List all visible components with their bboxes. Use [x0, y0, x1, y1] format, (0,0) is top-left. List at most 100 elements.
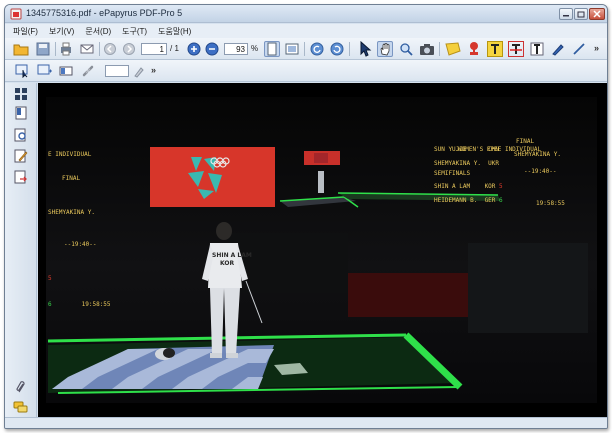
save-icon	[36, 42, 50, 56]
right-board-row4-name: HEIDEMANN B. GER	[434, 197, 496, 204]
right-board-row2: SHEMYAKINA Y. UKR	[434, 160, 500, 167]
stamp-icon	[470, 42, 478, 55]
prev-page-button[interactable]	[102, 41, 118, 57]
right-board-clock: 19:58:55	[536, 200, 565, 207]
right-board-row4-score: 6	[499, 197, 503, 204]
close-button[interactable]	[589, 8, 605, 20]
app-window: 1345775316.pdf - ePapyrus PDF-Pro 5 파일(F…	[4, 4, 608, 429]
left-board-line4: --19:40--	[64, 241, 97, 248]
maximize-button[interactable]	[574, 8, 588, 20]
right-board-right1: SHEMYAKINA Y.	[514, 151, 561, 158]
document-view[interactable]: SHIN A LAM KOR E INDIVIDUAL FINAL SHEMYA…	[38, 83, 607, 417]
app-logo-icon	[10, 8, 22, 20]
select-tool-button[interactable]	[357, 41, 373, 57]
eyedropper-icon	[134, 67, 144, 78]
zoom-in-icon	[187, 42, 201, 56]
chain-link-icon	[82, 65, 94, 77]
hand-tool-button[interactable]	[377, 41, 393, 57]
bookmarks-tab[interactable]	[13, 105, 28, 120]
left-board-line1: E INDIVIDUAL	[48, 151, 92, 158]
line-tool-button[interactable]	[571, 41, 587, 57]
fit-width-button[interactable]	[284, 41, 300, 57]
zoom-out-icon	[205, 42, 219, 56]
right-board-row3-score: 5	[499, 183, 503, 190]
search-page-icon	[14, 128, 26, 141]
link-tool-button[interactable]	[80, 63, 96, 79]
select-area-button[interactable]	[37, 63, 53, 79]
email-button[interactable]	[79, 41, 95, 57]
pen-icon	[552, 44, 564, 56]
minimize-button[interactable]	[559, 8, 573, 20]
fit-page-button[interactable]	[264, 41, 280, 57]
toolbar2-overflow-button[interactable]: »	[151, 65, 156, 75]
left-board-line3: SHEMYAKINA Y.	[48, 209, 95, 216]
form-field-icon	[59, 66, 73, 76]
zoom-in-button[interactable]	[186, 41, 202, 57]
typewriter-button[interactable]	[529, 41, 545, 57]
attachments-page-tab[interactable]	[13, 169, 28, 184]
menu-file[interactable]: 파일(F)	[13, 26, 38, 37]
area-select-icon	[37, 64, 52, 75]
rotate-left-button[interactable]	[309, 41, 325, 57]
print-button[interactable]	[58, 41, 74, 57]
rotate-left-icon	[310, 42, 324, 56]
eyedropper-button[interactable]	[131, 63, 147, 79]
stroke-color-box[interactable]	[105, 65, 129, 77]
hand-icon	[380, 43, 390, 56]
main-toolbar: / 1 %	[5, 38, 607, 60]
text-box-icon	[530, 42, 544, 56]
left-board-score-red: 5	[48, 275, 52, 282]
form-field-button[interactable]	[58, 63, 74, 79]
page-arrow-icon	[14, 170, 27, 183]
save-button[interactable]	[35, 41, 51, 57]
fencer-name-text: SHIN A LAM	[212, 252, 252, 259]
fit-width-icon	[285, 43, 299, 55]
circle-left-icon	[104, 43, 116, 55]
circle-right-icon	[123, 43, 135, 55]
rotate-right-icon	[330, 42, 344, 56]
close-icon	[593, 10, 601, 18]
right-board-final: FINAL	[516, 138, 535, 145]
annotations-tab[interactable]	[13, 148, 28, 163]
zoom-input[interactable]	[224, 43, 248, 55]
window-title: 1345775316.pdf - ePapyrus PDF-Pro 5	[26, 8, 183, 18]
strikeout-text-button[interactable]	[508, 41, 524, 57]
select-text-button[interactable]	[15, 63, 31, 79]
cursor-arrow-icon	[360, 41, 372, 57]
thumbnails-tab[interactable]	[13, 86, 28, 101]
stamp-button[interactable]	[466, 41, 482, 57]
right-board-row3-name: SHIN A LAM KOR	[434, 183, 496, 190]
fencer-country-text: KOR	[220, 260, 234, 267]
minimize-icon	[563, 15, 569, 17]
printer-icon	[61, 42, 71, 56]
sticky-note-icon	[445, 42, 461, 56]
magnifier-icon	[400, 43, 413, 56]
zoom-out-button[interactable]	[204, 41, 220, 57]
menu-bar: 파일(F) 보기(V) 문서(D) 도구(T) 도움말(H)	[5, 24, 607, 38]
next-page-button[interactable]	[121, 41, 137, 57]
menu-view[interactable]: 보기(V)	[49, 26, 74, 37]
open-button[interactable]	[13, 41, 29, 57]
highlight-text-button[interactable]	[487, 41, 503, 57]
attachments-tab[interactable]	[13, 379, 28, 394]
search-panel-tab[interactable]	[13, 127, 28, 142]
zoom-tool-button[interactable]	[398, 41, 414, 57]
camera-icon	[420, 44, 434, 55]
pen-tool-button[interactable]	[550, 41, 566, 57]
envelope-icon	[80, 44, 94, 54]
comments-tab[interactable]	[13, 400, 28, 415]
text-strikeout-icon	[510, 44, 522, 54]
right-board-right2: --19:40--	[524, 168, 557, 175]
pencil-page-icon	[14, 149, 27, 162]
snapshot-button[interactable]	[419, 41, 435, 57]
left-panel-sidebar	[5, 83, 37, 417]
rotate-right-button[interactable]	[329, 41, 345, 57]
menu-document[interactable]: 문서(D)	[85, 26, 111, 37]
menu-help[interactable]: 도움말(H)	[158, 26, 191, 37]
page-number-input[interactable]	[141, 43, 167, 55]
speech-bubbles-icon	[13, 401, 28, 413]
title-bar: 1345775316.pdf - ePapyrus PDF-Pro 5	[5, 5, 607, 23]
sticky-note-button[interactable]	[445, 41, 461, 57]
toolbar-overflow-button[interactable]: »	[594, 43, 599, 53]
menu-tools[interactable]: 도구(T)	[122, 26, 147, 37]
